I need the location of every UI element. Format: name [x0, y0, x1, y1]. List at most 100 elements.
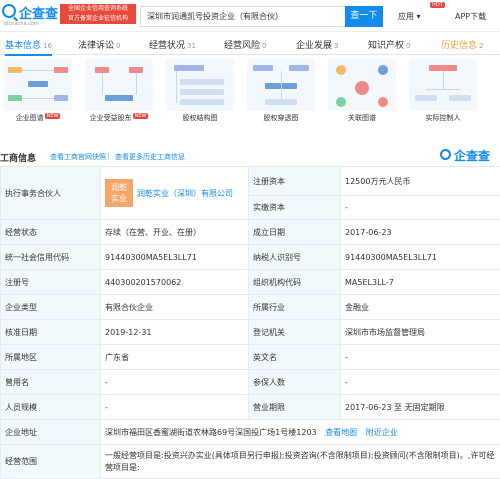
qichacha-logo[interactable]: 企查查 qichacha.com — [2, 3, 58, 29]
tab-count: 2 — [479, 42, 483, 50]
table-row: 注册号 440300201570062 组织机构代码 MA5EL3LL-7 — [1, 270, 500, 295]
node-icon — [54, 95, 68, 101]
value-cell: - — [101, 395, 249, 420]
partner-company-link[interactable]: 润乾实业（深圳）有限公司 — [137, 189, 233, 198]
node-icon — [54, 67, 68, 73]
label-cell: 参保人数 — [249, 370, 341, 395]
equity-structure-thumbnail[interactable] — [166, 59, 234, 111]
table-row: 经营状态 存续（在营、开业、在册） 成立日期 2017-06-23 — [1, 220, 500, 245]
logo-url: qichacha.com — [4, 21, 39, 27]
tab-legal[interactable]: 法律诉讼0 — [78, 38, 120, 51]
value-cell: 2019-12-31 — [101, 320, 249, 345]
company-logo-line-2: 实业 — [111, 194, 127, 203]
tab-ip[interactable]: 知识产权0 — [368, 38, 410, 51]
tab-development[interactable]: 企业发展3 — [296, 38, 338, 51]
label-cell: 企业地址 — [1, 420, 101, 445]
tab-basic-info[interactable]: 基本信息16 — [5, 38, 52, 51]
section-title: 工商信息 — [0, 151, 36, 164]
search-button[interactable]: 查一下 — [345, 6, 383, 27]
value-cell: 12500万元人民币 — [341, 167, 500, 196]
view-map-link[interactable]: 查看地图 — [325, 428, 357, 437]
magnifier-logo-icon — [440, 149, 451, 160]
equity-penetration-thumbnail[interactable] — [247, 59, 315, 111]
tab-count: 31 — [187, 42, 196, 50]
chevron-down-icon: ▾ — [417, 12, 421, 21]
enterprise-graph-thumbnail[interactable] — [4, 59, 72, 111]
tab-count: 0 — [262, 42, 266, 50]
label-cell: 执行事务合伙人 — [1, 167, 101, 220]
graph-label-text: 关联图谱 — [348, 114, 376, 122]
node-icon — [8, 95, 22, 101]
label-cell: 核准日期 — [1, 320, 101, 345]
graph-label[interactable]: 企业图谱NEW — [0, 113, 78, 123]
tab-history[interactable]: 历史信息2 — [441, 38, 483, 51]
tab-label: 基本信息 — [5, 41, 41, 51]
graph-label-text: 企业图谱 — [16, 114, 44, 122]
node-icon — [449, 95, 471, 101]
table-row: 人员规模 - 营业期限 2017-06-23 至 无固定期限 — [1, 395, 500, 420]
label-cell: 注册资本 — [249, 167, 341, 196]
tab-operations[interactable]: 经营状况31 — [149, 38, 196, 51]
edge-line — [176, 71, 177, 103]
graph-label[interactable]: 企业受益股东NEW — [79, 113, 159, 123]
value-cell: 440300201570062 — [101, 270, 249, 295]
node-icon — [378, 65, 388, 75]
nearby-companies-link[interactable]: 附近企业 — [366, 428, 398, 437]
main-tabs: 基本信息16 法律诉讼0 经营状况31 经营风险0 企业发展3 知识产权0 历史… — [0, 33, 500, 55]
tab-count: 3 — [334, 42, 338, 50]
slogan-line-2: 官方备案企业征信机构 — [60, 14, 136, 24]
node-icon — [180, 89, 224, 95]
tab-count: 16 — [43, 42, 52, 50]
node-icon — [265, 99, 297, 105]
business-info-table: 执行事务合伙人 润乾实业润乾实业（深圳）有限公司 注册资本 12500万元人民币… — [0, 166, 500, 479]
graph-label[interactable]: 关联图谱 — [322, 113, 402, 123]
edge-line — [136, 73, 137, 95]
tab-count: 0 — [406, 42, 410, 50]
tab-risk[interactable]: 经营风险0 — [224, 38, 266, 51]
value-cell: 有限合伙企业 — [101, 295, 249, 320]
tab-label: 企业发展 — [296, 41, 332, 51]
partner-cell: 润乾实业润乾实业（深圳）有限公司 — [101, 167, 249, 220]
node-icon — [180, 79, 224, 85]
value-cell: 91440300MA5EL3LL71 — [101, 245, 249, 270]
table-row: 所属地区 广东省 英文名 - — [1, 345, 500, 370]
tab-label: 经营状况 — [149, 41, 185, 51]
actual-controller-thumbnail[interactable] — [409, 59, 477, 111]
label-cell: 所属行业 — [249, 295, 341, 320]
search-input[interactable]: 深圳市润通凯号投资企业（有限合伙） — [140, 6, 345, 27]
edge-line — [281, 71, 282, 99]
node-icon — [180, 99, 224, 105]
beneficiary-graph-thumbnail[interactable] — [85, 59, 153, 111]
node-icon — [378, 97, 388, 107]
graph-label[interactable]: 股权结构图 — [160, 113, 240, 123]
company-logo: 润乾实业 — [105, 179, 133, 207]
label-cell: 纳税人识别号 — [249, 245, 341, 270]
value-cell: - — [341, 370, 500, 395]
relation-graph-thumbnail[interactable] — [328, 59, 396, 111]
address-text: 深圳市福田区香蜜湖街道农林路69号深国投广场1号楼1203 — [105, 428, 317, 437]
label-cell: 企业类型 — [1, 295, 101, 320]
official-snapshot-link[interactable]: 查看工商官网快照 — [50, 152, 106, 162]
app-download-link[interactable]: APP下载 — [455, 11, 486, 22]
node-icon — [174, 65, 204, 71]
table-row: 经营范围 一般经营项目是:投资兴办实业(具体项目另行申报);投资咨询(不含限制项… — [1, 445, 500, 479]
label-cell: 人员规模 — [1, 395, 101, 420]
company-logo-line-1: 润乾 — [111, 183, 127, 192]
address-cell: 深圳市福田区香蜜湖街道农林路69号深国投广场1号楼1203 查看地图 附近企业 — [101, 420, 500, 445]
edge-line — [22, 70, 54, 71]
app-menu[interactable]: 应用 ▾ — [398, 11, 421, 22]
label-cell: 注册号 — [1, 270, 101, 295]
tab-count: 0 — [116, 42, 120, 50]
brand-text: 企查查 — [454, 147, 490, 164]
value-cell: 广东省 — [101, 345, 249, 370]
label-cell: 所属地区 — [1, 345, 101, 370]
history-info-link[interactable]: 查看更多历史工商信息 — [115, 152, 185, 162]
logo-text: 企查查 — [19, 3, 58, 22]
graph-label[interactable]: 股权穿透图 — [241, 113, 321, 123]
node-icon — [28, 81, 48, 87]
table-row: 曾用名 - 参保人数 - — [1, 370, 500, 395]
value-cell: 深圳市市场监督管理局 — [341, 320, 500, 345]
graph-label[interactable]: 实际控制人 — [403, 113, 483, 123]
label-cell: 组织机构代码 — [249, 270, 341, 295]
tab-label: 法律诉讼 — [78, 41, 114, 51]
